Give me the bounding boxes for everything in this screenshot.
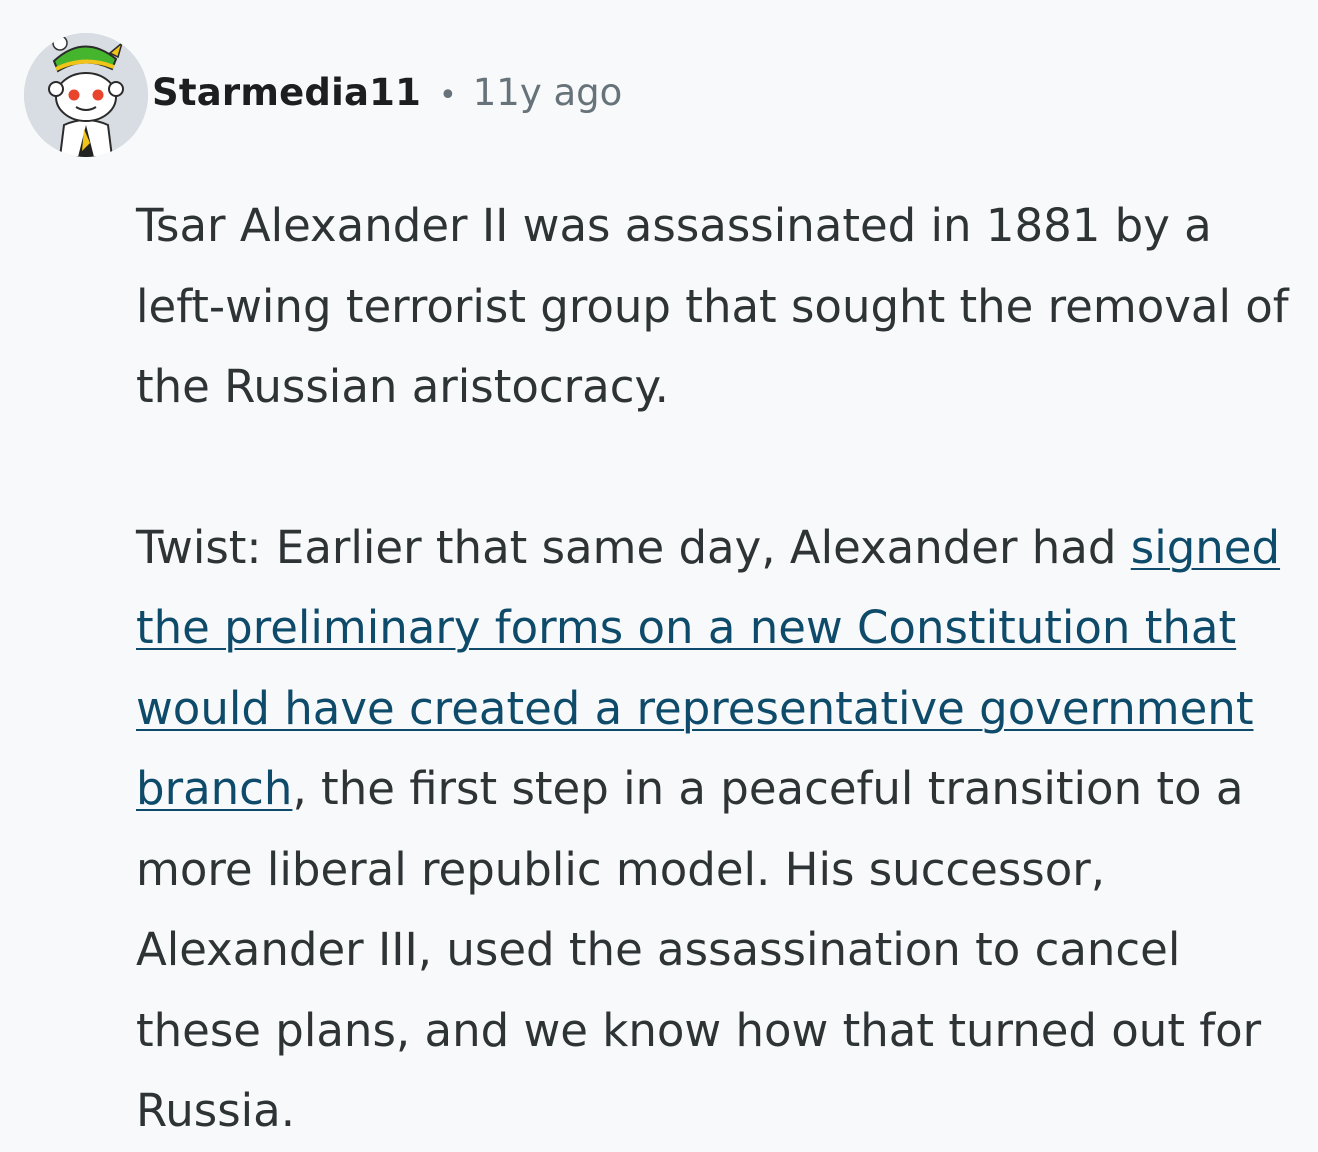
- avatar[interactable]: [24, 33, 148, 157]
- comment-meta: Starmedia11 • 11y ago: [152, 71, 622, 114]
- username[interactable]: Starmedia11: [152, 71, 421, 114]
- comment-paragraph-2: Twist: Earlier that same day, Alexander …: [136, 508, 1296, 1152]
- snoo-avatar-icon: [24, 33, 148, 157]
- timestamp[interactable]: 11y ago: [473, 71, 623, 114]
- separator-dot: •: [439, 77, 457, 113]
- comment-paragraph-1: Tsar Alexander II was assassinated in 18…: [136, 199, 1289, 413]
- comment-body: Tsar Alexander II was assassinated in 18…: [136, 186, 1296, 1152]
- comment-header: Starmedia11 • 11y ago: [24, 32, 622, 158]
- paragraph-2-intro: Twist: Earlier that same day, Alexander …: [136, 520, 1131, 574]
- paragraph-2-rest: , the first step in a peaceful transitio…: [136, 762, 1262, 1137]
